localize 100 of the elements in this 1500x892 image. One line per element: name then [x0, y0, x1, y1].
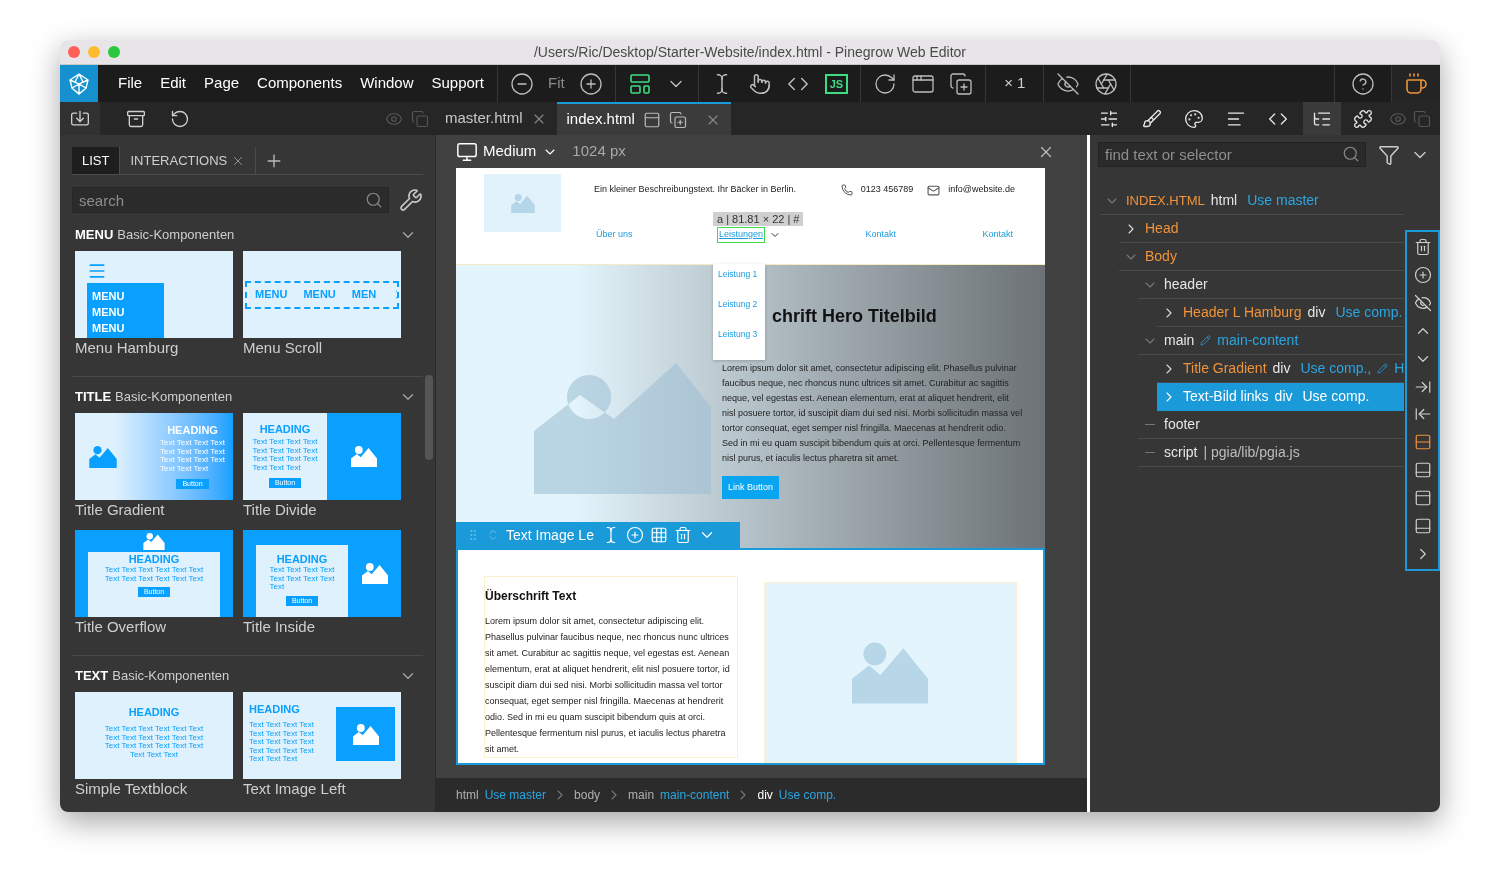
puzzle-icon[interactable]	[1353, 108, 1373, 129]
tree-node-note: Use comp.,	[1300, 359, 1372, 378]
breadcrumb-tag[interactable]: html	[456, 786, 479, 804]
menu-item[interactable]: Components	[248, 72, 352, 95]
zoom-in-icon[interactable]	[578, 71, 603, 96]
pencil-icon	[1200, 335, 1212, 346]
device-dropdown[interactable]: Medium	[483, 140, 559, 163]
archive-icon[interactable]	[126, 108, 146, 129]
menu-item[interactable]: Page	[195, 72, 249, 95]
fit-button[interactable]: Fit	[548, 72, 565, 95]
menu-item[interactable]: Support	[422, 72, 494, 95]
thumbnail-text: Text Text Text Text	[249, 721, 314, 730]
device-icon	[456, 140, 478, 163]
panel-bottom-icon[interactable]	[1413, 517, 1432, 536]
undo-icon[interactable]	[170, 108, 190, 129]
zoom-factor[interactable]: × 1	[1004, 72, 1026, 95]
tree-node-tag: main	[1164, 330, 1195, 351]
panel-tab[interactable]: LIST	[72, 147, 121, 174]
thumbnail-heading: HEADING	[249, 703, 301, 716]
tree-node-note: Use comp.	[1302, 387, 1370, 406]
tree-row[interactable]: main main-content	[1138, 327, 1404, 355]
thumbnail-text: Text Text Text Text	[252, 455, 318, 464]
search-icon[interactable]	[365, 191, 383, 209]
image-icon	[351, 446, 377, 467]
menu-item[interactable]: Window	[351, 72, 423, 95]
scrollbar-thumb[interactable]	[425, 375, 433, 460]
tree-node-detail: | pgia/lib/pgia.js	[1203, 443, 1300, 462]
grid-icon[interactable]	[649, 526, 668, 544]
thumbnail-heading: HEADING	[259, 423, 311, 436]
import-button[interactable]	[60, 102, 100, 135]
new-window-icon[interactable]	[949, 71, 974, 96]
thumbnail-text: Text Text Text	[252, 463, 302, 472]
hand-pointer-icon[interactable]	[748, 72, 771, 95]
panel-top-icon[interactable]	[1413, 489, 1432, 508]
palette-icon[interactable]	[1184, 108, 1204, 129]
search-field[interactable]: search	[72, 187, 389, 213]
thumbnail-text: Text Text Text Text Text Text	[104, 574, 204, 583]
funnel-icon[interactable]	[1378, 143, 1400, 166]
tree-row[interactable]: Body	[1119, 243, 1404, 271]
js-button[interactable]: JS	[824, 73, 849, 94]
tree-node-name: Head	[1145, 219, 1179, 238]
file-tab[interactable]: master.html	[435, 102, 557, 135]
tree-row[interactable]: Head	[1119, 215, 1404, 243]
section-subtitle: Basic-Komponenten	[112, 667, 230, 686]
zoom-out-icon[interactable]	[510, 71, 535, 96]
thumbnail-text: Text Text Text Text	[269, 566, 335, 575]
panel-tab[interactable]: INTERACTIONS	[120, 147, 257, 174]
panel-bottom-icon[interactable]	[1413, 461, 1432, 480]
breadcrumb-tag[interactable]: body	[574, 786, 601, 804]
tree-node-note: Use comp.	[1335, 303, 1403, 322]
layout-grid-icon[interactable]	[627, 71, 652, 96]
brush-icon[interactable]	[1142, 108, 1162, 129]
tree-node-tag: div	[1272, 358, 1291, 379]
phone-icon	[840, 184, 853, 196]
header-phone: 0123 456789	[860, 183, 914, 197]
eye-off-icon[interactable]	[1056, 71, 1081, 96]
image-icon	[143, 533, 165, 550]
add-page-icon[interactable]	[668, 110, 687, 129]
thumbnail-text: Text Text Text	[249, 755, 299, 764]
section-title: TITLE	[75, 388, 112, 407]
section-subtitle: Basic-Komponenten	[117, 226, 235, 245]
tree-row[interactable]: footer	[1138, 411, 1404, 439]
tree-panel-button[interactable]	[1303, 102, 1341, 135]
thumbnail-text: Text Text Text Text Text Text	[104, 733, 204, 742]
section-subtitle: Basic-Komponenten	[115, 388, 233, 407]
tree-row[interactable]: script | pgia/lib/pgia.js	[1138, 439, 1404, 467]
thumbnail-text: Text Text Text Text	[249, 738, 314, 747]
coffee-cup-icon[interactable]	[1404, 71, 1428, 96]
wrench-icon[interactable]	[399, 188, 423, 212]
menu-item[interactable]: File	[109, 72, 152, 95]
pinecone-icon	[67, 71, 91, 96]
thumbnail-text: Text	[269, 583, 286, 592]
refresh-icon[interactable]	[873, 71, 898, 96]
eye-off-icon[interactable]	[1413, 293, 1432, 312]
thumbnail-menu-text: MENU	[303, 287, 336, 303]
tree-row[interactable]: INDEX.HTML html Use master	[1100, 187, 1404, 215]
thumbnail-text: Text Text Text Text	[249, 746, 314, 755]
panel-tab-label: LIST	[82, 151, 110, 170]
breadcrumb-tag[interactable]: main	[628, 786, 655, 804]
file-tab[interactable]: index.html	[556, 102, 731, 135]
tree-row[interactable]: Header L Hamburg div Use comp.	[1157, 299, 1404, 327]
add-circle-icon[interactable]	[1413, 265, 1432, 284]
trash-icon[interactable]	[1413, 238, 1432, 256]
breadcrumb-tag[interactable]: div	[757, 786, 773, 804]
component-label: Title Inside	[243, 617, 316, 637]
tree-row[interactable]: header	[1138, 271, 1404, 299]
rows-icon[interactable]	[1413, 433, 1432, 452]
search-icon[interactable]	[1342, 145, 1360, 163]
menu-item[interactable]: Edit	[151, 72, 196, 95]
tree-search-field[interactable]: find text or selector	[1098, 142, 1366, 167]
hero-heading: chrift Hero Titelbild	[772, 305, 938, 327]
thumbnail-heading: HEADING	[128, 553, 180, 566]
component-label: Menu Scroll	[243, 338, 324, 358]
image-icon	[361, 563, 388, 584]
help-icon[interactable]	[1351, 71, 1375, 96]
aperture-icon[interactable]	[1094, 71, 1119, 96]
logo-tile[interactable]	[60, 65, 98, 102]
sliders-icon[interactable]	[1099, 108, 1119, 129]
thumbnail-text: Text Text Text Text	[160, 447, 225, 456]
window-icon[interactable]	[642, 110, 661, 129]
